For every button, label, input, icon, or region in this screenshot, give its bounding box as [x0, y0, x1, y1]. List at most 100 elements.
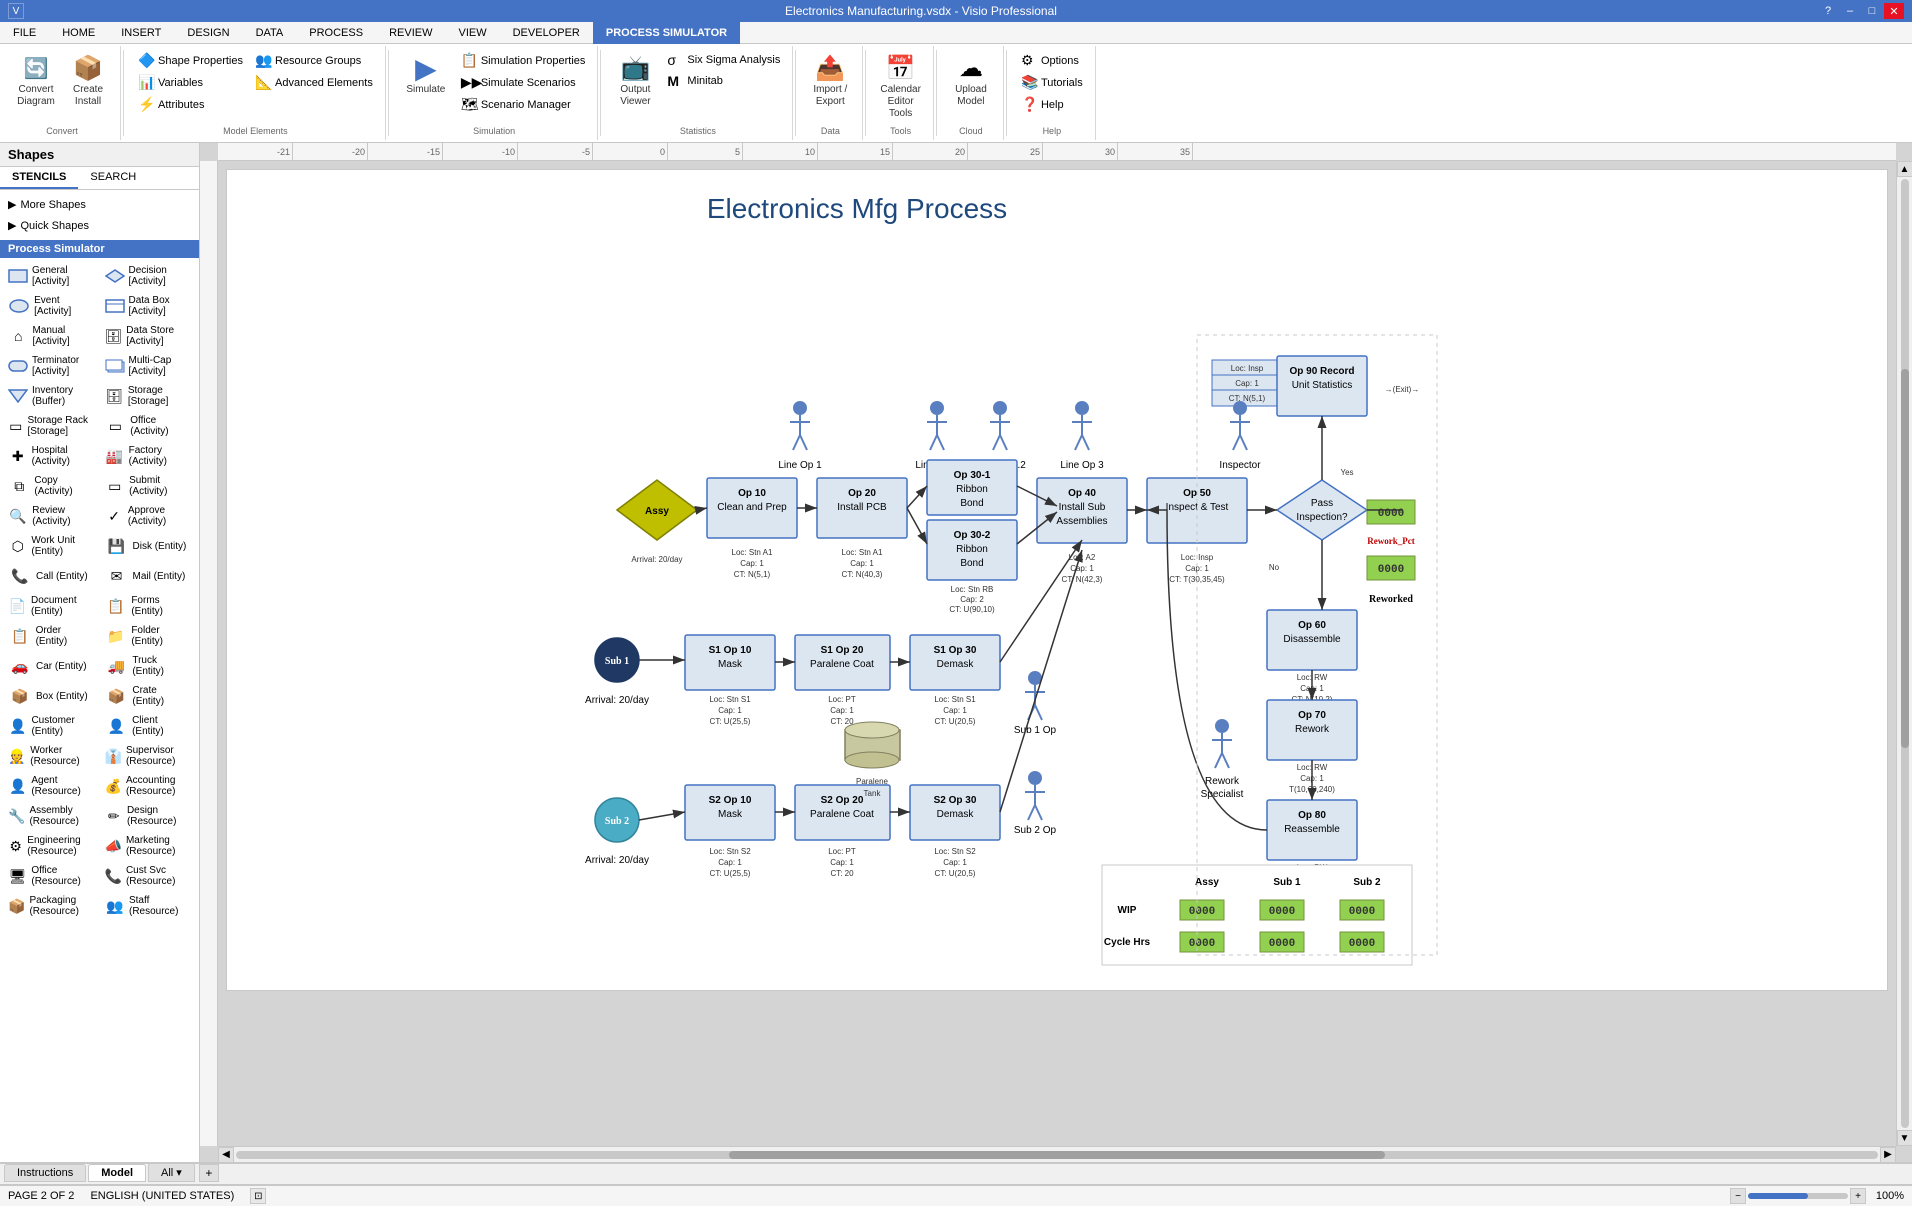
shape-decision[interactable]: Decision [Activity]	[101, 262, 196, 290]
shape-design[interactable]: ✏ Design (Resource)	[101, 802, 196, 830]
shape-office[interactable]: ▭ Office (Activity)	[101, 412, 196, 440]
diagram-viewport[interactable]: Electronics Mfg Process Loc: Insp Cap: 1…	[218, 161, 1896, 1146]
minimize-button[interactable]: –	[1840, 3, 1860, 19]
v-scroll-track[interactable]	[1901, 179, 1909, 1128]
shape-car[interactable]: 🚗 Car (Entity)	[4, 652, 99, 680]
shape-disk[interactable]: 💾 Disk (Entity)	[101, 532, 196, 560]
shape-manual[interactable]: ⌂ Manual [Activity]	[4, 322, 99, 350]
help-button-ribbon[interactable]: ❓ Help	[1017, 94, 1087, 115]
shape-databox[interactable]: Data Box [Activity]	[101, 292, 196, 320]
restore-button[interactable]: □	[1862, 3, 1882, 19]
tab-review[interactable]: REVIEW	[376, 22, 445, 44]
options-button[interactable]: ⚙ Options	[1017, 50, 1087, 71]
simulate-scenarios-button[interactable]: ▶▶ Simulate Scenarios	[457, 72, 590, 93]
shape-folder[interactable]: 📁 Folder (Entity)	[101, 622, 196, 650]
tab-instructions[interactable]: Instructions	[4, 1164, 86, 1182]
create-install-button[interactable]: 📦 CreateInstall	[64, 50, 112, 110]
shape-custsvc[interactable]: 📞 Cust Svc (Resource)	[101, 862, 196, 890]
attributes-button[interactable]: ⚡ Attributes	[134, 94, 247, 115]
canvas-area[interactable]: -21 -20 -15 -10 -5 0 5 10 15 20 25 30 35	[200, 143, 1912, 1162]
calendar-editor-button[interactable]: 📅 CalendarEditorTools	[876, 50, 925, 122]
zoom-in-button[interactable]: +	[1850, 1188, 1866, 1204]
v-scrollbar[interactable]: ▲ ▼	[1896, 161, 1912, 1146]
search-tab[interactable]: SEARCH	[78, 167, 148, 189]
tab-developer[interactable]: DEVELOPER	[500, 22, 593, 44]
zoom-slider-track[interactable]	[1748, 1193, 1848, 1199]
shape-copy[interactable]: ⧉ Copy (Activity)	[4, 472, 99, 500]
tab-design[interactable]: DESIGN	[174, 22, 242, 44]
help-button[interactable]: ?	[1818, 3, 1838, 19]
tab-process[interactable]: PROCESS	[296, 22, 376, 44]
shape-terminator[interactable]: Terminator [Activity]	[4, 352, 99, 380]
upload-model-button[interactable]: ☁ UploadModel	[947, 50, 995, 110]
shape-mail[interactable]: ✉ Mail (Entity)	[101, 562, 196, 590]
shape-datastore[interactable]: 🗄 Data Store [Activity]	[101, 322, 196, 350]
shape-box[interactable]: 📦 Box (Entity)	[4, 682, 99, 710]
shape-marketing[interactable]: 📣 Marketing (Resource)	[101, 832, 196, 860]
shape-review[interactable]: 🔍 Review (Activity)	[4, 502, 99, 530]
shape-office-resource[interactable]: 🖥 Office (Resource)	[4, 862, 99, 890]
tab-insert[interactable]: INSERT	[108, 22, 174, 44]
scenario-manager-button[interactable]: 🗺 Scenario Manager	[457, 94, 590, 115]
close-button[interactable]: ✕	[1884, 3, 1904, 19]
tab-all[interactable]: All ▾	[148, 1163, 195, 1182]
tutorials-button[interactable]: 📚 Tutorials	[1017, 72, 1087, 93]
shape-storage[interactable]: 🗄 Storage [Storage]	[101, 382, 196, 410]
h-scrollbar[interactable]: ◀ ▶	[218, 1146, 1896, 1162]
shape-packaging[interactable]: 📦 Packaging (Resource)	[4, 892, 99, 920]
simulate-button[interactable]: ▶ Simulate	[399, 50, 453, 98]
diagram-canvas[interactable]: Electronics Mfg Process Loc: Insp Cap: 1…	[226, 169, 1888, 991]
scroll-down-button[interactable]: ▼	[1897, 1130, 1912, 1146]
tab-process-simulator[interactable]: PROCESS SIMULATOR	[593, 22, 740, 44]
zoom-control[interactable]: − + 100%	[1730, 1188, 1904, 1204]
resource-groups-button[interactable]: 👥 Resource Groups	[251, 50, 377, 71]
six-sigma-button[interactable]: σ Six Sigma Analysis	[663, 50, 784, 70]
zoom-out-button[interactable]: −	[1730, 1188, 1746, 1204]
shape-approve[interactable]: ✓ Approve (Activity)	[101, 502, 196, 530]
shape-workunit[interactable]: ⬡ Work Unit (Entity)	[4, 532, 99, 560]
shape-event[interactable]: Event [Activity]	[4, 292, 99, 320]
shape-forms[interactable]: 📋 Forms (Entity)	[101, 592, 196, 620]
tab-view[interactable]: VIEW	[445, 22, 499, 44]
shape-document[interactable]: 📄 Document (Entity)	[4, 592, 99, 620]
minitab-button[interactable]: M Minitab	[663, 71, 784, 91]
process-simulator-section[interactable]: Process Simulator	[0, 240, 199, 258]
shape-storage-rack[interactable]: ▭ Storage Rack [Storage]	[4, 412, 99, 440]
scroll-up-button[interactable]: ▲	[1897, 161, 1912, 177]
variables-button[interactable]: 📊 Variables	[134, 72, 247, 93]
shape-factory[interactable]: 🏭 Factory (Activity)	[101, 442, 196, 470]
tab-file[interactable]: FILE	[0, 22, 49, 44]
shape-assembly[interactable]: 🔧 Assembly (Resource)	[4, 802, 99, 830]
shape-general-activity[interactable]: General [Activity]	[4, 262, 99, 290]
advanced-elements-button[interactable]: 📐 Advanced Elements	[251, 72, 377, 93]
h-scroll-thumb[interactable]	[729, 1151, 1386, 1159]
shape-client[interactable]: 👤 Client (Entity)	[101, 712, 196, 740]
scroll-right-button[interactable]: ▶	[1880, 1147, 1896, 1163]
shape-supervisor[interactable]: 👔 Supervisor (Resource)	[101, 742, 196, 770]
simulation-properties-button[interactable]: 📋 Simulation Properties	[457, 50, 590, 71]
shape-hospital[interactable]: ✚ Hospital (Activity)	[4, 442, 99, 470]
shape-order[interactable]: 📋 Order (Entity)	[4, 622, 99, 650]
more-shapes-button[interactable]: ▶ More Shapes	[0, 194, 199, 215]
shape-call[interactable]: 📞 Call (Entity)	[4, 562, 99, 590]
shape-staff[interactable]: 👥 Staff (Resource)	[101, 892, 196, 920]
shape-crate[interactable]: 📦 Crate (Entity)	[101, 682, 196, 710]
convert-diagram-button[interactable]: 🔄 ConvertDiagram	[12, 50, 60, 110]
output-viewer-button[interactable]: 📺 OutputViewer	[611, 50, 659, 110]
shape-submit[interactable]: ▭ Submit (Activity)	[101, 472, 196, 500]
h-scroll-track[interactable]	[236, 1151, 1878, 1159]
quick-shapes-button[interactable]: ▶ Quick Shapes	[0, 215, 199, 236]
tab-data[interactable]: DATA	[243, 22, 297, 44]
shape-engineering[interactable]: ⚙ Engineering (Resource)	[4, 832, 99, 860]
v-scroll-thumb[interactable]	[1901, 369, 1909, 749]
add-page-button[interactable]: +	[199, 1164, 219, 1182]
shape-customer[interactable]: 👤 Customer (Entity)	[4, 712, 99, 740]
stencils-tab[interactable]: STENCILS	[0, 167, 78, 189]
shape-truck[interactable]: 🚚 Truck (Entity)	[101, 652, 196, 680]
shape-properties-button[interactable]: 🔷 Shape Properties	[134, 50, 247, 71]
shape-multicap[interactable]: Multi-Cap [Activity]	[101, 352, 196, 380]
shape-agent[interactable]: 👤 Agent (Resource)	[4, 772, 99, 800]
shape-accounting[interactable]: 💰 Accounting (Resource)	[101, 772, 196, 800]
tab-model[interactable]: Model	[88, 1164, 146, 1182]
import-export-button[interactable]: 📤 Import /Export	[806, 50, 854, 110]
